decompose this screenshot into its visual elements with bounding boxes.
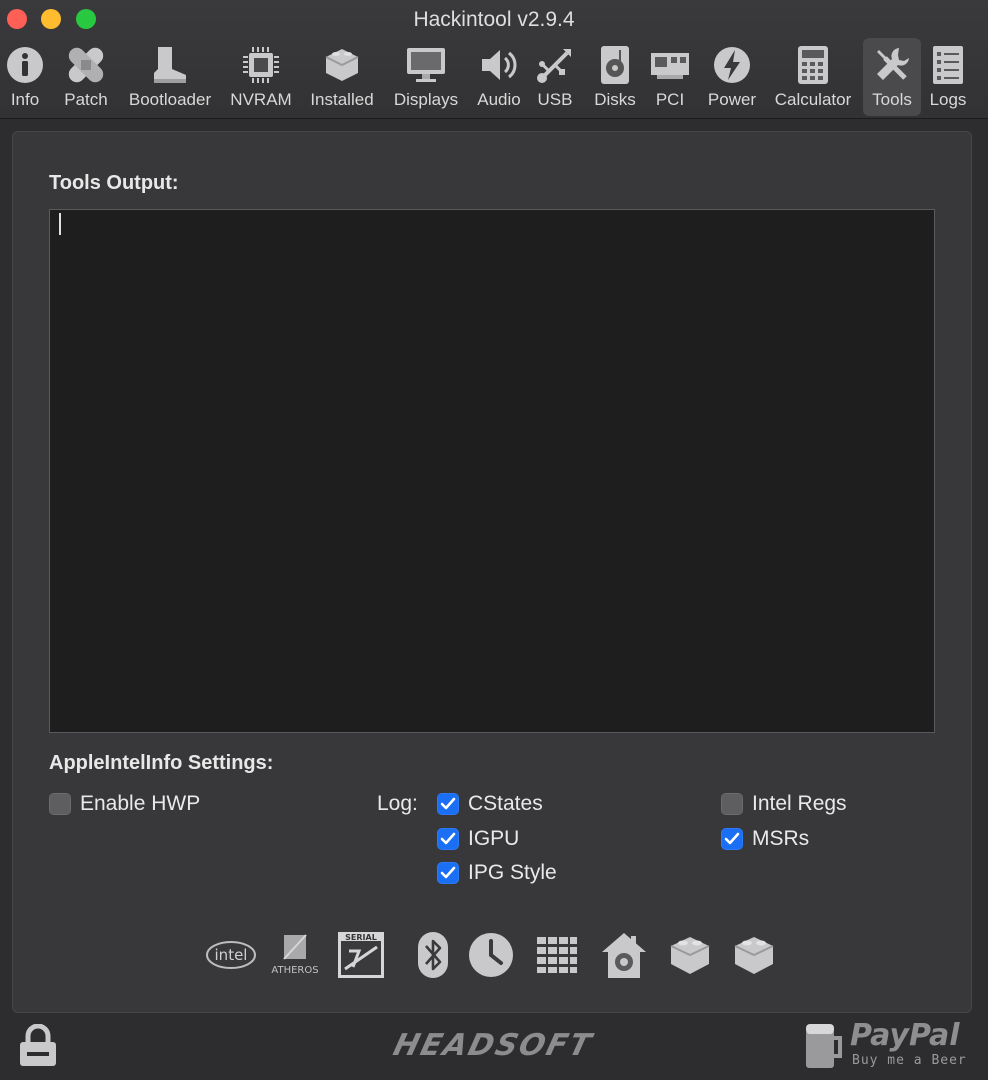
tab-power[interactable]: Power xyxy=(700,38,764,116)
tab-label: Power xyxy=(707,90,757,109)
monitor-icon xyxy=(404,43,448,87)
enable-hwp-checkbox[interactable]: Enable HWP xyxy=(49,792,200,816)
tab-displays[interactable]: Displays xyxy=(388,38,464,116)
tab-logs[interactable]: Logs xyxy=(926,38,970,116)
checkmark-icon xyxy=(440,797,456,810)
tab-label: Disks xyxy=(594,90,636,109)
chip-icon xyxy=(239,43,283,87)
tab-label: Displays xyxy=(393,90,459,109)
tab-label: Patch xyxy=(64,90,108,109)
tab-tools[interactable]: Tools xyxy=(863,38,921,116)
paypal-subtext: Buy me a Beer xyxy=(852,1053,967,1068)
pci-card-icon xyxy=(648,43,692,87)
checkbox-box[interactable] xyxy=(721,828,743,850)
checkbox-box[interactable] xyxy=(49,793,71,815)
tools-output-textarea[interactable] xyxy=(49,209,935,733)
window-title: Hackintool v2.9.4 xyxy=(413,8,575,31)
serial-ata-text: SERIAL xyxy=(345,933,377,942)
intel-logo-icon[interactable]: intel xyxy=(203,927,259,983)
checkbox-label: Intel Regs xyxy=(752,792,847,815)
paypal-text: PayPal xyxy=(850,1018,960,1053)
bluetooth-icon[interactable] xyxy=(413,927,453,983)
checkbox-label: Enable HWP xyxy=(80,792,201,815)
tab-bootloader[interactable]: Bootloader xyxy=(122,38,218,116)
beer-mug-icon xyxy=(806,1024,842,1068)
tab-usb[interactable]: USB xyxy=(532,38,578,116)
paypal-donate-button[interactable]: PayPal Buy me a Beer xyxy=(802,1018,982,1074)
checkbox-label: CStates xyxy=(468,792,543,815)
tab-label: PCI xyxy=(655,90,685,109)
checkbox-box[interactable] xyxy=(437,862,459,884)
tab-nvram[interactable]: NVRAM xyxy=(226,38,296,116)
tab-installed[interactable]: Installed xyxy=(304,38,380,116)
toolbar: Info Patch Bootloader NVRAM Installed Di… xyxy=(0,38,988,116)
checkbox-box[interactable] xyxy=(721,793,743,815)
log-list-icon xyxy=(926,43,970,87)
igpu-checkbox[interactable]: IGPU xyxy=(437,827,519,851)
checkbox-label: IGPU xyxy=(468,827,520,850)
tab-label: Bootloader xyxy=(128,90,212,109)
checkmark-icon xyxy=(440,832,456,845)
tab-info[interactable]: Info xyxy=(2,38,48,116)
tab-calculator[interactable]: Calculator xyxy=(768,38,858,116)
usb-icon xyxy=(533,43,577,87)
tool-buttons-row: intel ATHEROS SERIAL xyxy=(203,927,783,983)
kext-brick-icon[interactable] xyxy=(729,927,779,983)
headsoft-logo: HEADSOFT xyxy=(389,1028,597,1063)
serial-ata-icon[interactable]: SERIAL xyxy=(335,927,387,983)
checkbox-box[interactable] xyxy=(437,793,459,815)
checkbox-label: IPG Style xyxy=(468,861,557,884)
app-window: Hackintool v2.9.4 Info Patch Bootloader xyxy=(0,0,988,1080)
tab-label: Info xyxy=(10,90,40,109)
checkmark-icon xyxy=(440,866,456,879)
checkbox-label: MSRs xyxy=(752,827,810,850)
tab-label: Logs xyxy=(929,90,967,109)
log-label: Log: xyxy=(377,792,418,815)
info-icon xyxy=(3,43,47,87)
wrench-icon xyxy=(870,43,914,87)
tab-label: Installed xyxy=(310,90,374,109)
disk-icon xyxy=(593,43,637,87)
kext-brick-icon xyxy=(320,43,364,87)
msrs-checkbox[interactable]: MSRs xyxy=(721,827,809,851)
text-caret xyxy=(59,213,61,235)
checkmark-icon xyxy=(724,832,740,845)
settings-title: AppleIntelInfo Settings: xyxy=(49,752,274,774)
ipg-style-checkbox[interactable]: IPG Style xyxy=(437,861,557,885)
tools-panel: Tools Output: AppleIntelInfo Settings: E… xyxy=(12,131,972,1013)
tab-label: Tools xyxy=(872,90,912,109)
tab-audio[interactable]: Audio xyxy=(472,38,526,116)
atheros-logo-text: ATHEROS xyxy=(271,965,318,976)
cstates-checkbox[interactable]: CStates xyxy=(437,792,543,816)
intel-regs-checkbox[interactable]: Intel Regs xyxy=(721,792,847,816)
tab-label: USB xyxy=(537,90,573,109)
boot-icon xyxy=(148,43,192,87)
tab-label: NVRAM xyxy=(230,90,292,109)
intel-logo-text: intel xyxy=(215,946,248,964)
tab-label: Audio xyxy=(477,90,521,109)
tab-patch[interactable]: Patch xyxy=(58,38,114,116)
tab-label: Calculator xyxy=(774,90,852,109)
lock-icon[interactable] xyxy=(18,1023,58,1073)
calculator-icon xyxy=(791,43,835,87)
checkbox-box[interactable] xyxy=(437,828,459,850)
tools-output-title: Tools Output: xyxy=(49,172,179,194)
speaker-icon xyxy=(477,43,521,87)
bandage-icon xyxy=(64,43,108,87)
grid-icon[interactable] xyxy=(531,927,583,983)
atheros-logo-icon[interactable]: ATHEROS xyxy=(267,927,323,983)
tab-disks[interactable]: Disks xyxy=(588,38,642,116)
power-bolt-icon xyxy=(710,43,754,87)
clock-icon[interactable] xyxy=(465,927,517,983)
title-bar: Hackintool v2.9.4 Info Patch Bootloader xyxy=(0,0,988,119)
tab-pci[interactable]: PCI xyxy=(648,38,692,116)
kext-brick-icon[interactable] xyxy=(665,927,715,983)
home-lock-icon[interactable] xyxy=(597,927,651,983)
